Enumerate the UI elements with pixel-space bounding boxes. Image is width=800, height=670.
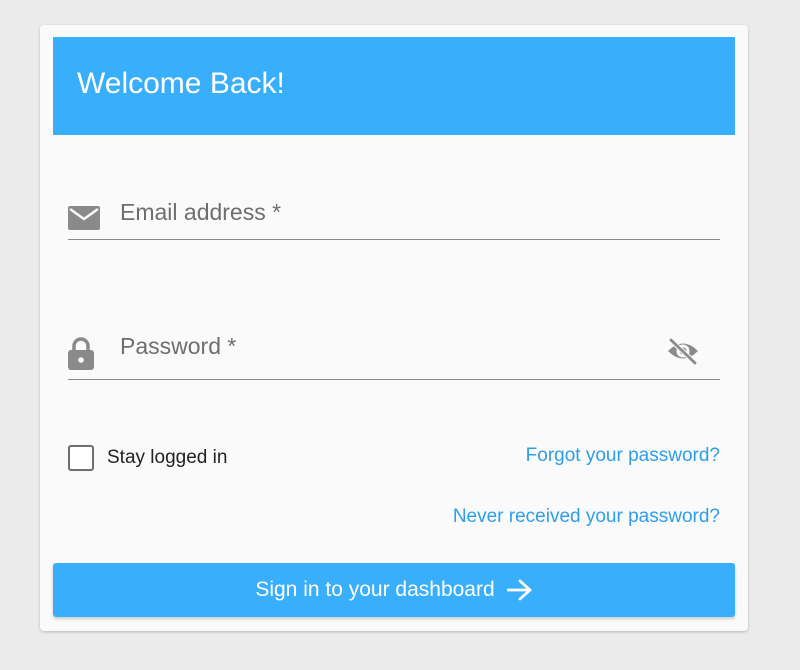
page-title: Welcome Back!: [77, 67, 285, 100]
checkbox-box[interactable]: [68, 445, 94, 471]
never-received-password-link[interactable]: Never received your password?: [453, 506, 720, 528]
email-field: [68, 185, 720, 240]
lock-icon: [68, 337, 94, 370]
sign-in-button[interactable]: Sign in to your dashboard: [53, 563, 735, 617]
password-field: [68, 321, 720, 380]
stay-logged-in-checkbox[interactable]: Stay logged in: [68, 445, 227, 471]
eye-off-icon[interactable]: [666, 337, 700, 365]
arrow-right-icon: [506, 579, 532, 601]
card-header: Welcome Back!: [53, 37, 735, 135]
forgot-password-link[interactable]: Forgot your password?: [526, 445, 720, 467]
password-input[interactable]: [120, 329, 680, 363]
login-card: Welcome Back! Stay logged in Forgot your…: [40, 25, 748, 631]
stay-logged-in-label[interactable]: Stay logged in: [107, 447, 227, 469]
sign-in-button-label: Sign in to your dashboard: [255, 578, 495, 601]
email-input[interactable]: [120, 195, 680, 229]
mail-icon: [68, 206, 100, 230]
